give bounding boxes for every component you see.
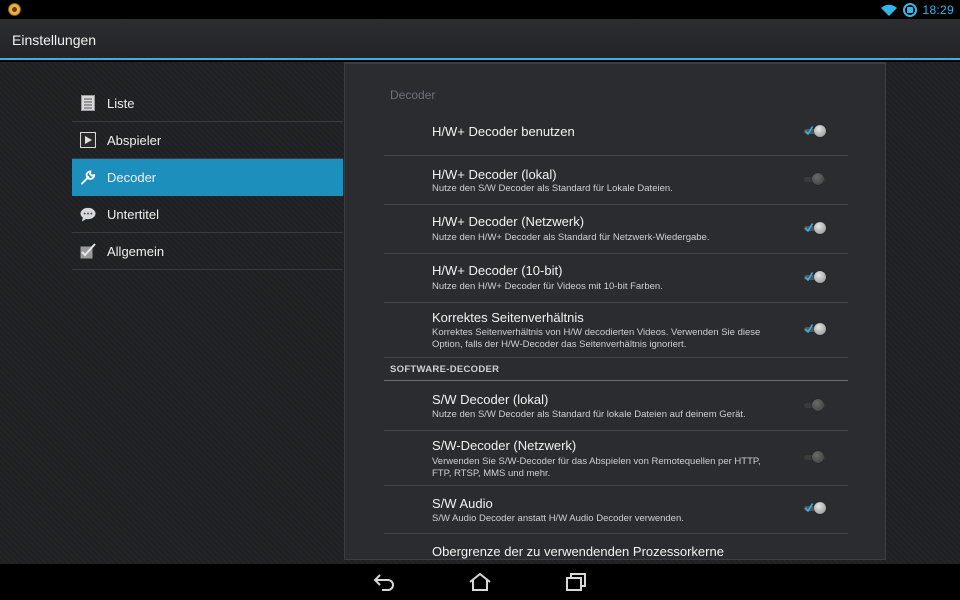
pref-title: S/W Decoder (lokal) bbox=[432, 392, 549, 407]
pref-summary: Nutze den S/W Decoder als Standard für L… bbox=[432, 183, 673, 194]
menu-item-allgemein[interactable]: Allgemein bbox=[72, 233, 343, 270]
menu-item-label: Allgemein bbox=[107, 243, 165, 259]
pref-max-cpu-cores[interactable]: Obergrenze der zu verwendenden Prozessor… bbox=[384, 534, 848, 559]
status-tray: 18:29 bbox=[880, 1, 954, 18]
menu-item-label: Liste bbox=[107, 95, 135, 111]
pref-title: S/W Audio bbox=[432, 496, 493, 511]
pref-checkbox[interactable] bbox=[804, 173, 830, 185]
pref-hw-decoder-local[interactable]: H/W+ Decoder (lokal) Nutze den S/W Decod… bbox=[384, 156, 848, 205]
menu-item-untertitel[interactable]: Untertitel bbox=[72, 196, 343, 233]
pref-sw-decoder-network[interactable]: S/W-Decoder (Netzwerk) Verwenden Sie S/W… bbox=[384, 431, 848, 486]
pref-hw-decoder-network[interactable]: H/W+ Decoder (Netzwerk) Nutze den H/W+ D… bbox=[384, 205, 848, 254]
pref-title: H/W+ Decoder (lokal) bbox=[432, 167, 557, 182]
pref-hw-decoder-enable[interactable]: H/W+ Decoder benutzen bbox=[384, 120, 848, 156]
status-clock: 18:29 bbox=[922, 2, 954, 17]
pref-sw-decoder-local[interactable]: S/W Decoder (lokal) Nutze den S/W Decode… bbox=[384, 381, 848, 431]
pref-title: S/W-Decoder (Netzwerk) bbox=[432, 438, 577, 453]
action-bar: Einstellungen bbox=[0, 19, 960, 60]
pref-summary: Korrektes Seitenverhältnis von H/W decod… bbox=[432, 327, 761, 350]
panel-header: Decoder bbox=[390, 88, 436, 102]
pref-checkbox[interactable] bbox=[804, 502, 830, 514]
app-notification-icon bbox=[8, 3, 21, 16]
decoder-preferences-panel: Decoder H/W+ Decoder benutzen H/W+ Decod… bbox=[344, 62, 886, 560]
pref-checkbox[interactable] bbox=[804, 222, 830, 234]
menu-item-abspieler[interactable]: Abspieler bbox=[72, 122, 343, 159]
pref-title: H/W+ Decoder (Netzwerk) bbox=[432, 214, 585, 229]
play-icon bbox=[80, 132, 96, 148]
pref-hw-decoder-10bit[interactable]: H/W+ Decoder (10-bit) Nutze den H/W+ Dec… bbox=[384, 254, 848, 303]
menu-item-label: Abspieler bbox=[107, 132, 162, 148]
wifi-icon bbox=[881, 4, 898, 16]
pref-correct-aspect-ratio[interactable]: Korrektes Seitenverhältnis Korrektes Sei… bbox=[384, 303, 848, 358]
pref-checkbox[interactable] bbox=[804, 125, 830, 137]
status-bar: 18:29 bbox=[0, 0, 960, 19]
menu-item-label: Decoder bbox=[107, 169, 157, 185]
pref-summary: Nutze den H/W+ Decoder als Standard für … bbox=[432, 232, 710, 243]
pref-summary: Verwenden Sie S/W-Decoder für das Abspie… bbox=[432, 456, 761, 479]
pref-summary: Nutze den S/W Decoder als Standard für l… bbox=[432, 409, 746, 420]
wrench-icon bbox=[80, 169, 96, 185]
pref-sw-audio[interactable]: S/W Audio S/W Audio Decoder anstatt H/W … bbox=[384, 486, 848, 534]
back-icon[interactable] bbox=[372, 572, 396, 592]
settings-content: Liste Abspieler Decoder Untertitel Allge… bbox=[0, 62, 960, 564]
navigation-bar bbox=[0, 564, 960, 600]
pref-checkbox[interactable] bbox=[804, 451, 830, 463]
category-software-decoder: SOFTWARE-DECODER bbox=[384, 358, 848, 381]
page-title: Einstellungen bbox=[12, 32, 97, 48]
pref-title: H/W+ Decoder (10-bit) bbox=[432, 263, 563, 278]
pref-summary: S/W Audio Decoder anstatt H/W Audio Deco… bbox=[432, 513, 684, 524]
pref-checkbox[interactable] bbox=[804, 323, 830, 335]
menu-item-liste[interactable]: Liste bbox=[72, 85, 343, 122]
check-edit-icon bbox=[80, 243, 96, 259]
list-icon bbox=[80, 95, 96, 111]
sync-status-icon bbox=[903, 2, 918, 17]
pref-summary: Nutze den H/W+ Decoder für Videos mit 10… bbox=[432, 281, 663, 292]
home-icon[interactable] bbox=[468, 572, 492, 592]
preference-list: H/W+ Decoder benutzen H/W+ Decoder (loka… bbox=[384, 120, 848, 559]
pref-title: Obergrenze der zu verwendenden Prozessor… bbox=[432, 544, 724, 559]
menu-item-label: Untertitel bbox=[107, 206, 160, 222]
pref-title: Korrektes Seitenverhältnis bbox=[432, 310, 584, 325]
category-label: SOFTWARE-DECODER bbox=[390, 364, 500, 375]
settings-header-list: Liste Abspieler Decoder Untertitel Allge… bbox=[72, 85, 343, 270]
pref-checkbox[interactable] bbox=[804, 399, 830, 411]
speech-bubble-icon bbox=[80, 206, 96, 222]
menu-item-decoder[interactable]: Decoder bbox=[72, 159, 343, 196]
pref-title: H/W+ Decoder benutzen bbox=[432, 124, 575, 139]
recent-apps-icon[interactable] bbox=[564, 572, 588, 592]
pref-checkbox[interactable] bbox=[804, 271, 830, 283]
